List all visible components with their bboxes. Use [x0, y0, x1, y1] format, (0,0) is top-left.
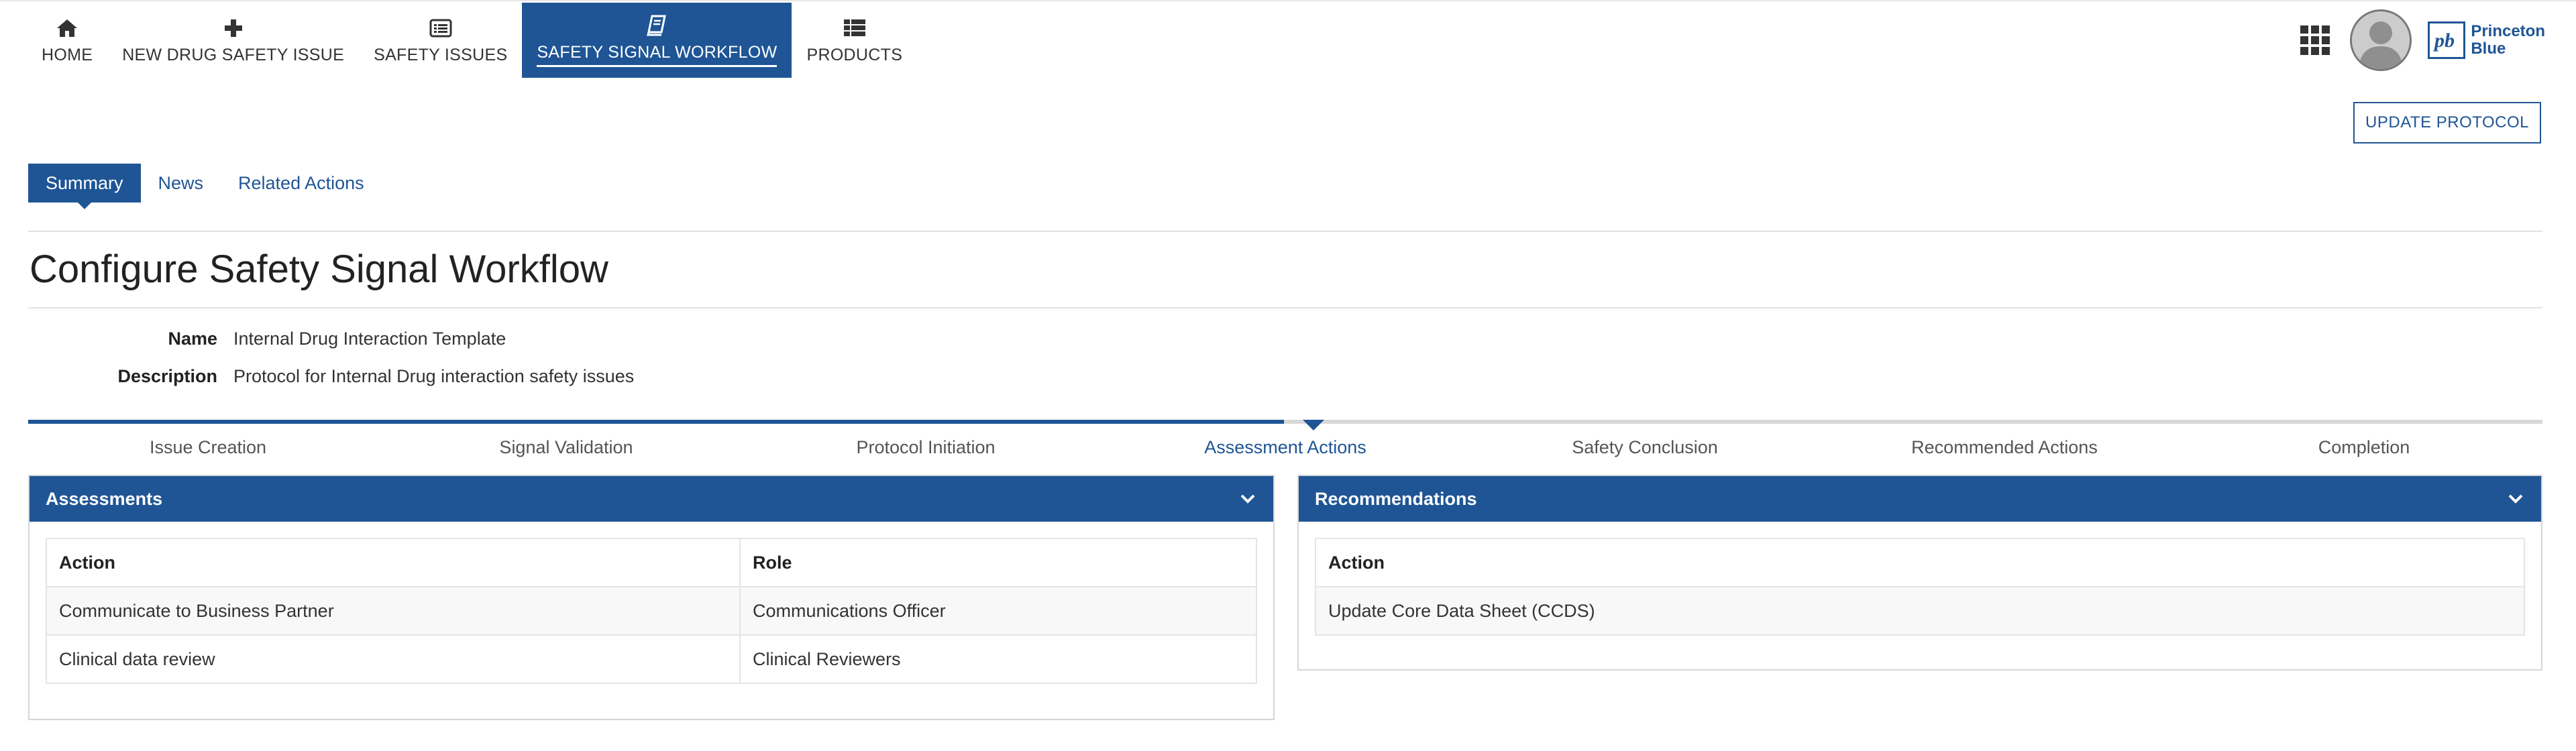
recommendations-panel-header[interactable]: Recommendations — [1299, 476, 2541, 522]
header-right: pb Princeton Blue — [2300, 5, 2545, 75]
book-icon — [645, 13, 669, 38]
update-protocol-button[interactable]: UPDATE PROTOCOL — [2353, 102, 2541, 143]
assessments-table: Action Role Communicate to Business Part… — [46, 538, 1257, 684]
column-header-action: Action — [46, 538, 741, 587]
nav-products[interactable]: PRODUCTS — [792, 3, 917, 78]
sub-tabs: Summary News Related Actions — [28, 164, 382, 209]
description-value: Protocol for Internal Drug interaction s… — [233, 366, 635, 386]
step-recommended-actions[interactable]: Recommended Actions — [1911, 437, 2098, 458]
column-header-role: Role — [739, 538, 1257, 587]
logo-text: Princeton Blue — [2471, 23, 2545, 58]
grid-list-icon — [843, 16, 867, 40]
cell-action: Update Core Data Sheet (CCDS) — [1315, 586, 2525, 636]
step-signal-validation[interactable]: Signal Validation — [499, 437, 633, 458]
nav-home-label: HOME — [42, 45, 93, 64]
nav-safety-issues-label: SAFETY ISSUES — [374, 45, 508, 64]
divider — [28, 307, 2542, 308]
table-row[interactable]: Communicate to Business Partner Communic… — [46, 586, 1257, 636]
user-avatar[interactable] — [2350, 9, 2412, 71]
cell-role: Communications Officer — [739, 586, 1257, 636]
assessments-panel: Assessments Action Role Communicate to B… — [28, 475, 1275, 720]
name-value: Internal Drug Interaction Template — [233, 329, 506, 349]
tab-news[interactable]: News — [141, 164, 221, 203]
column-header-action: Action — [1315, 538, 2525, 587]
company-logo: pb Princeton Blue — [2428, 21, 2545, 59]
cell-role: Clinical Reviewers — [739, 634, 1257, 684]
logo-mark: pb — [2428, 21, 2466, 59]
description-label: Description — [117, 366, 217, 386]
assessments-title: Assessments — [46, 488, 163, 509]
page-title: Configure Safety Signal Workflow — [30, 247, 608, 291]
list-card-icon — [429, 16, 453, 40]
logo-mark-text: pb — [2432, 30, 2455, 52]
chevron-down-icon[interactable] — [1238, 489, 1257, 508]
recommendations-title: Recommendations — [1315, 488, 1477, 509]
logo-line1: Princeton — [2471, 22, 2545, 40]
table-row[interactable]: Update Core Data Sheet (CCDS) — [1315, 586, 2525, 636]
description-field: Description Protocol for Internal Drug i… — [117, 366, 635, 387]
logo-line2: Blue — [2471, 40, 2506, 58]
nav-safety-issues[interactable]: SAFETY ISSUES — [359, 3, 522, 78]
chevron-down-icon[interactable] — [2506, 489, 2525, 508]
cell-action: Communicate to Business Partner — [46, 586, 741, 636]
name-label: Name — [168, 329, 217, 349]
recommendations-panel: Recommendations Action Update Core Data … — [1297, 475, 2542, 671]
nav-home[interactable]: HOME — [27, 3, 107, 78]
cell-action: Clinical data review — [46, 634, 741, 684]
workflow-progress — [28, 420, 2542, 430]
step-protocol-initiation[interactable]: Protocol Initiation — [856, 437, 995, 458]
table-row[interactable]: Clinical data review Clinical Reviewers — [46, 634, 1257, 684]
step-safety-conclusion[interactable]: Safety Conclusion — [1572, 437, 1718, 458]
nav-new-drug-safety-issue[interactable]: NEW DRUG SAFETY ISSUE — [107, 3, 359, 78]
nav-safety-signal-workflow-label: SAFETY SIGNAL WORKFLOW — [537, 43, 777, 67]
nav-safety-signal-workflow[interactable]: SAFETY SIGNAL WORKFLOW — [522, 3, 792, 78]
nav-products-label: PRODUCTS — [806, 45, 903, 64]
workflow-progress-fill — [28, 420, 1284, 424]
step-issue-creation[interactable]: Issue Creation — [150, 437, 266, 458]
current-step-marker — [1303, 420, 1324, 430]
apps-grid-icon[interactable] — [2300, 25, 2330, 55]
assessments-panel-header[interactable]: Assessments — [30, 476, 1273, 522]
name-field: Name Internal Drug Interaction Template — [168, 329, 506, 349]
nav-new-drug-safety-issue-label: NEW DRUG SAFETY ISSUE — [122, 45, 345, 64]
main-nav: HOME NEW DRUG SAFETY ISSUE SAFETY ISSUES… — [27, 3, 917, 78]
recommendations-table: Action Update Core Data Sheet (CCDS) — [1315, 538, 2525, 636]
home-icon — [55, 16, 79, 40]
tab-summary[interactable]: Summary — [28, 164, 141, 209]
divider — [28, 231, 2542, 232]
top-navigation-bar: HOME NEW DRUG SAFETY ISSUE SAFETY ISSUES… — [0, 0, 2576, 80]
plus-icon — [221, 16, 246, 40]
step-assessment-actions[interactable]: Assessment Actions — [1204, 437, 1366, 458]
step-completion[interactable]: Completion — [2318, 437, 2410, 458]
tab-related-actions[interactable]: Related Actions — [221, 164, 382, 203]
